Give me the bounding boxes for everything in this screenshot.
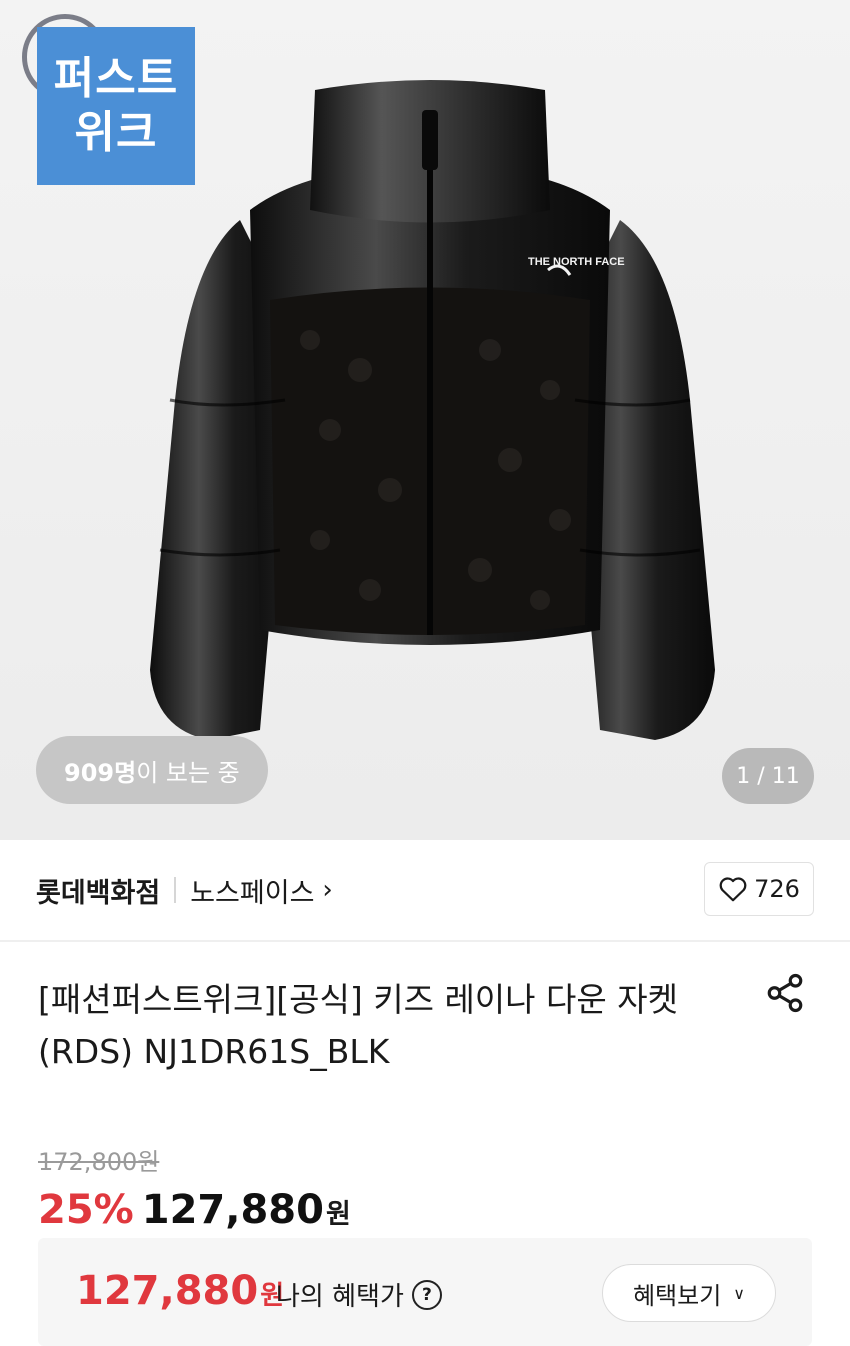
sale-price-currency: 원 — [325, 1199, 351, 1230]
seller-row: 롯데백화점 노스페이스 › 726 — [0, 840, 850, 942]
image-counter: 1 / 11 — [722, 748, 814, 804]
chevron-down-icon: ∨ — [733, 1283, 746, 1303]
product-title-line-1: [패션퍼스트위크][공식] 키즈 레이나 다운 자켓 — [38, 980, 678, 1019]
view-benefits-button[interactable]: 혜택보기 ∨ — [602, 1264, 776, 1322]
store-name[interactable]: 롯데백화점 — [36, 871, 160, 910]
product-title: [패션퍼스트위크][공식] 키즈 레이나 다운 자켓 (RDS) NJ1DR61… — [38, 974, 720, 1078]
product-title-line-2: (RDS) NJ1DR61S_BLK — [38, 1032, 390, 1071]
product-image-carousel[interactable]: 퍼스트 위크 THE NORTH FACE 909명 이 보는 중 1 / 11 — [0, 0, 850, 840]
discount-rate: 25% — [38, 1187, 134, 1233]
benefit-price: 127,880 원 — [76, 1268, 284, 1314]
like-count: 726 — [754, 875, 800, 903]
original-price: 172,800원 — [38, 1148, 160, 1176]
benefit-price-amount: 127,880 — [76, 1268, 259, 1314]
product-title-section: [패션퍼스트위크][공식] 키즈 레이나 다운 자켓 (RDS) NJ1DR61… — [0, 942, 850, 1078]
help-icon[interactable]: ? — [411, 1279, 442, 1310]
jacket-logo-text: THE NORTH FACE — [528, 256, 625, 268]
chevron-right-icon: › — [322, 875, 333, 905]
heart-icon — [719, 877, 747, 902]
benefit-label-group: 나의 혜택가 ? — [276, 1276, 442, 1313]
benefit-price-box: 127,880 원 나의 혜택가 ? 혜택보기 ∨ — [38, 1238, 812, 1346]
share-icon[interactable] — [764, 972, 806, 1014]
seller-divider — [174, 877, 177, 903]
sale-price: 127,880 — [141, 1187, 324, 1233]
benefit-label: 나의 혜택가 — [276, 1282, 404, 1312]
like-button[interactable]: 726 — [704, 862, 814, 916]
view-benefits-label: 혜택보기 — [632, 1281, 722, 1310]
price-row: 25% 127,880 원 — [38, 1187, 850, 1233]
brand-link[interactable]: 노스페이스 › — [190, 871, 333, 910]
viewers-suffix: 이 보는 중 — [136, 758, 240, 787]
jacket-product-image: THE NORTH FACE — [150, 80, 715, 740]
brand-name: 노스페이스 — [190, 877, 315, 909]
viewers-count: 909명 — [64, 758, 137, 787]
viewers-badge: 909명 이 보는 중 — [36, 736, 268, 804]
